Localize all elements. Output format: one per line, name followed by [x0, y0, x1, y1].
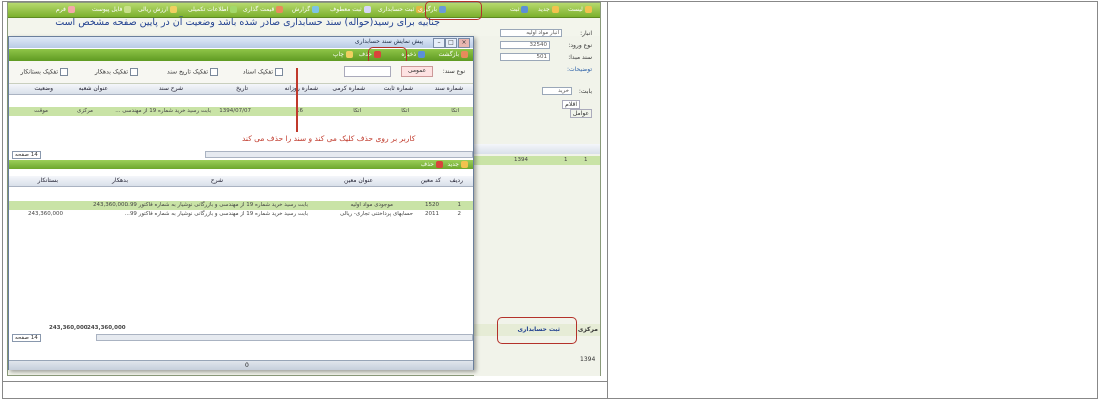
toolbar-item-list[interactable]: لیست [568, 5, 592, 15]
dialog-status-bar: 0 [9, 360, 473, 370]
check-separate-date[interactable]: تفکیک تاریخ سند [167, 68, 218, 76]
save-icon [521, 6, 529, 13]
save-icon [418, 51, 425, 58]
tab-items[interactable]: اقلام [562, 100, 580, 109]
check-separate-credit[interactable]: تفکیک بستانکار [21, 68, 68, 76]
form-icon [67, 6, 75, 13]
list-icon [584, 6, 592, 13]
toolbar-item-price[interactable]: قیمت گذاری [243, 5, 284, 15]
branch-status: مرکزی [577, 326, 598, 333]
warehouse-label: انبار: [580, 30, 592, 37]
totals-row: 243,360,000 243,360,000 [49, 325, 126, 331]
lower-toolbar: جدید حذف [9, 160, 473, 169]
lower-pager: 14 صفحه [12, 334, 41, 342]
price-icon [276, 6, 284, 13]
table-divider [607, 1, 608, 399]
toolbar-item-info[interactable]: اطلاعات تکمیلی [188, 5, 238, 15]
money-icon [169, 6, 177, 13]
info-icon [230, 6, 238, 13]
horizontal-scrollbar[interactable] [205, 151, 473, 158]
toolbar-item-save[interactable]: ثبت [510, 5, 529, 15]
reason-field[interactable]: خرید [542, 87, 572, 95]
doc-type-select[interactable]: عمومی [401, 66, 433, 77]
table-row[interactable]: 1394 1 1 [474, 156, 600, 165]
upper-grid-header: شماره سند شماره ثابت شماره کرمی شماره رو… [9, 84, 473, 95]
table-row[interactable]: 2 2011 حسابهای پرداختنی تجاری- ریالی باب… [9, 210, 473, 219]
checkbox-icon [210, 68, 218, 76]
upper-pager: 14 صفحه [12, 151, 41, 159]
highlight-accounting-status [497, 317, 577, 344]
checkbox-icon [60, 68, 68, 76]
main-toolbar: ثبت حسابداری ثبت معطوف گزارش قیمت گذاری … [8, 3, 600, 18]
horizontal-scrollbar[interactable] [96, 334, 473, 341]
table-row[interactable]: 1 1520 موجودی مواد اولیه بابت رسید خرید … [9, 201, 473, 210]
table-divider [2, 381, 608, 382]
entry-type-label: نوع ورود: [568, 42, 592, 49]
new-icon [461, 161, 468, 168]
pager-box[interactable]: 14 صفحه [12, 334, 41, 342]
toolbar-item-money[interactable]: ارزش ریالی [138, 5, 177, 15]
print-icon [346, 51, 353, 58]
items-grid-header [474, 144, 600, 154]
toolbar-item-form[interactable]: فرم [56, 5, 75, 15]
back-icon [461, 51, 468, 58]
check-separate-debit[interactable]: تفکیک بدهکار [95, 68, 138, 76]
source-doc-field[interactable]: 501 [500, 53, 550, 61]
doc-type-input[interactable] [344, 66, 391, 77]
toolbar-item-link[interactable]: ثبت معطوف [330, 5, 371, 15]
print-button[interactable]: چاپ [333, 51, 353, 58]
dialog-title: پیش نمایش سند حسابداری [354, 38, 423, 45]
lower-delete-button[interactable]: حذف [421, 161, 443, 168]
entry-type-field[interactable]: 32540 [500, 41, 550, 49]
toolbar-item-report[interactable]: گزارش [292, 5, 320, 15]
lower-new-button[interactable]: جدید [447, 161, 468, 168]
report-icon [312, 6, 320, 13]
doc-type-label: نوع سند: [442, 68, 465, 75]
tab-factors[interactable]: عوامل [569, 109, 592, 118]
checkbox-icon [275, 68, 283, 76]
check-separate-docs[interactable]: تفکیک اسناد [243, 68, 283, 76]
minimize-icon[interactable]: – [433, 38, 445, 48]
pager-box[interactable]: 14 صفحه [12, 151, 41, 159]
toolbar-item-attach[interactable]: فایل پیوست [92, 5, 132, 15]
new-icon [551, 6, 559, 13]
toolbar-item-ledger[interactable]: ثبت حسابداری [378, 5, 424, 15]
table-row[interactable]: اتکا اتکا اتکا 16 1394/07/07 بابت رسید خ… [9, 107, 473, 116]
warehouse-field[interactable]: انبار مواد اولیه [500, 29, 562, 37]
close-icon[interactable]: × [458, 38, 470, 48]
link-icon [363, 6, 371, 13]
reason-label: بابت: [578, 88, 592, 95]
attach-icon [124, 6, 132, 13]
instruction-note: جنابیه برای رسید(حواله) سند حسابداری صاد… [55, 17, 440, 28]
delete-icon [436, 161, 443, 168]
annotation-text: کاربر بر روی حذف کلیک می کند و سند را حذ… [242, 134, 416, 143]
annotation-arrow [296, 68, 298, 132]
lower-grid-header: ردیف کد معین عنوان معین شرح بدهکار بستان… [9, 176, 473, 187]
description-label: توضیحات: [566, 66, 592, 73]
maximize-icon[interactable]: □ [445, 38, 457, 48]
footer-value: 0 [245, 362, 249, 369]
source-doc-label: سند مبدا: [568, 54, 592, 61]
filter-bar: نوع سند: عمومی تفکیک اسناد تفکیک تاریخ س… [9, 61, 473, 84]
checkbox-icon [130, 68, 138, 76]
year-value: 1394 [580, 356, 596, 363]
back-button[interactable]: بازگشت [439, 51, 468, 58]
toolbar-item-new[interactable]: جدید [538, 5, 559, 15]
